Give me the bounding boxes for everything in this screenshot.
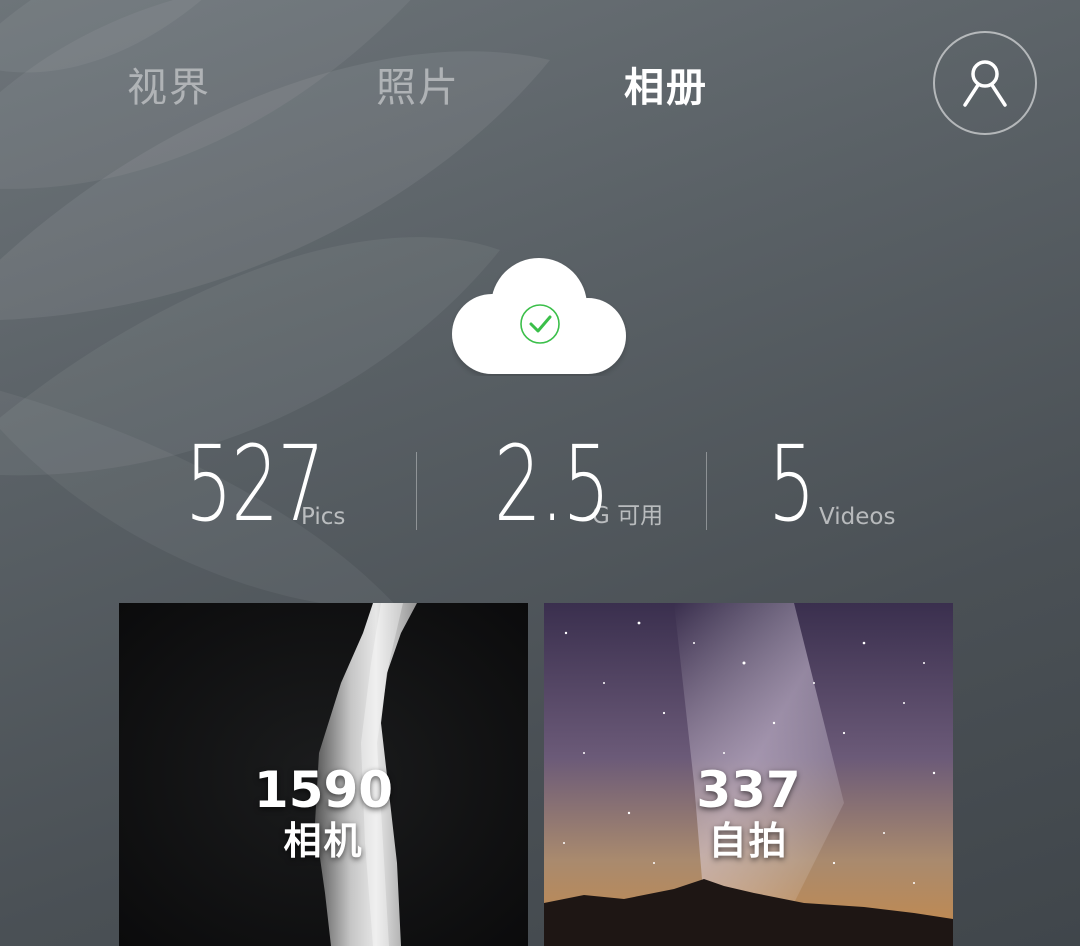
stat-videos: 5 Videos	[768, 432, 928, 536]
cloud-check-icon	[452, 258, 626, 374]
space-unit: G 可用	[592, 503, 664, 529]
album-name: 自拍	[708, 819, 789, 863]
stat-space: 2.5 G 可用	[494, 432, 674, 536]
album-count: 1590	[253, 761, 394, 819]
divider	[706, 452, 707, 530]
tab-vision[interactable]: 视界	[127, 62, 211, 114]
pics-unit: Pics	[301, 504, 346, 530]
videos-unit: Videos	[819, 504, 896, 530]
album-count: 337	[696, 761, 801, 819]
tab-albums[interactable]: 相册	[624, 62, 708, 114]
album-camera[interactable]: 1590 相机	[119, 603, 528, 946]
tab-photos[interactable]: 照片	[376, 62, 460, 114]
profile-button[interactable]	[933, 31, 1037, 135]
album-selfie[interactable]: 337 自拍	[544, 603, 953, 946]
stat-pics: 527 Pics	[185, 432, 365, 536]
album-name: 相机	[283, 819, 364, 863]
videos-count: 5	[768, 423, 816, 545]
user-icon	[963, 60, 1007, 107]
divider	[416, 452, 417, 530]
